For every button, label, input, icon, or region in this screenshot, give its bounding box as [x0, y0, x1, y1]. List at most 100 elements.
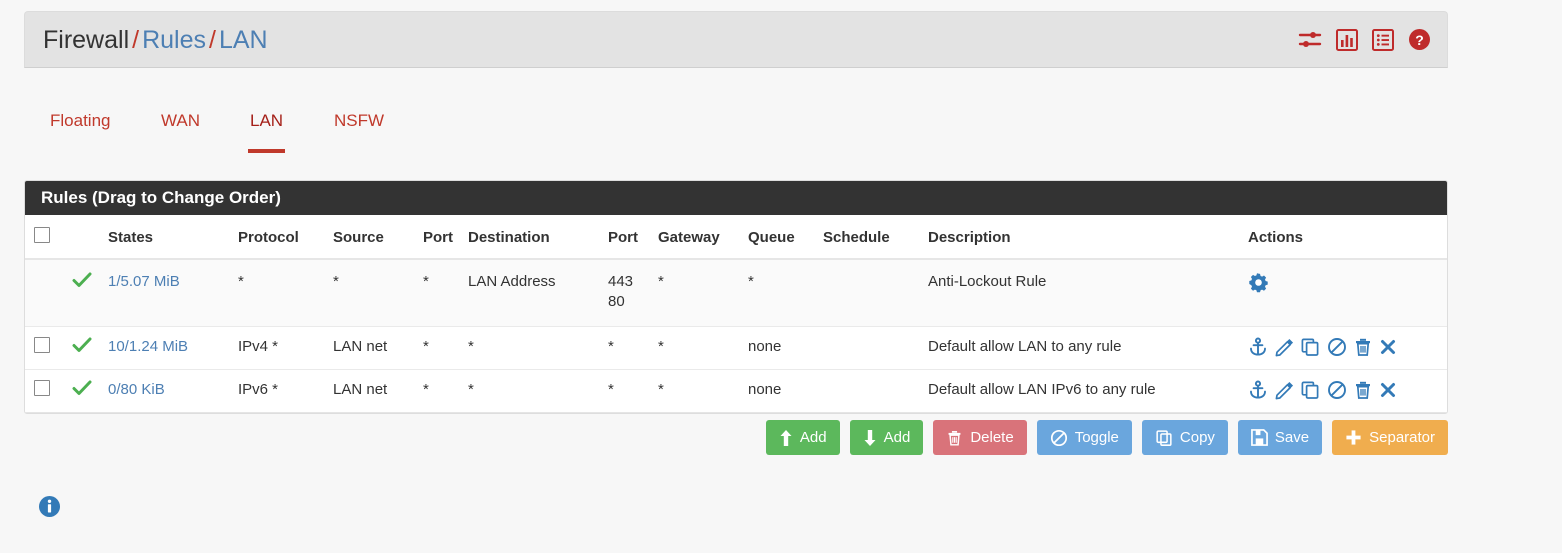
close-icon[interactable] [1379, 381, 1399, 398]
interface-tabs: Floating WAN LAN NSFW [24, 104, 1448, 153]
copy-icon[interactable] [1300, 381, 1322, 399]
row-actions-cell [1248, 369, 1447, 413]
row-gateway-cell: * [658, 259, 748, 327]
breadcrumb-separator-1: / [132, 26, 140, 54]
row-source-port-cell: * [423, 369, 468, 413]
add-rule-bottom-button[interactable]: Add [849, 420, 924, 455]
rules-table: States Protocol Source Port Destination … [25, 215, 1447, 413]
row-destination-cell: * [468, 326, 608, 370]
status-header [72, 215, 108, 260]
row-queue-cell: none [748, 326, 823, 370]
help-icon[interactable]: ? [1408, 28, 1431, 51]
save-button[interactable]: Save [1237, 420, 1323, 455]
anchor-icon[interactable] [1248, 337, 1270, 356]
close-icon[interactable] [1379, 338, 1399, 355]
row-source-cell: LAN net [333, 369, 423, 413]
row-source-port-cell: * [423, 259, 468, 327]
pass-check-icon [72, 337, 92, 359]
breadcrumb-firewall: Firewall [43, 26, 130, 54]
breadcrumb: Firewall / Rules / LAN [43, 23, 268, 57]
copy-icon [1155, 429, 1173, 447]
row-status-cell [72, 259, 108, 327]
table-row[interactable]: 0/80 KiB IPv6 * LAN net * * * * none Def… [25, 369, 1447, 413]
row-queue-cell: none [748, 369, 823, 413]
delete-label: Delete [970, 429, 1014, 446]
row-checkbox[interactable] [34, 380, 50, 396]
trash-icon[interactable] [1353, 381, 1375, 399]
pencil-icon[interactable] [1274, 338, 1296, 357]
tab-nsfw[interactable]: NSFW [332, 104, 386, 145]
header-queue: Queue [748, 215, 823, 260]
header-description: Description [928, 215, 1248, 260]
copy-button[interactable]: Copy [1141, 420, 1228, 455]
delete-button[interactable]: Delete [933, 420, 1027, 455]
row-destination-cell: * [468, 369, 608, 413]
states-link[interactable]: 0/80 KiB [108, 381, 165, 398]
tab-wan[interactable]: WAN [159, 104, 202, 145]
row-checkbox-cell [25, 369, 72, 413]
rules-panel: Rules (Drag to Change Order) States Prot… [24, 180, 1448, 414]
row-actions-cell [1248, 326, 1447, 370]
table-header-row: States Protocol Source Port Destination … [25, 215, 1447, 260]
ban-icon [1050, 429, 1068, 447]
select-all-header [25, 215, 72, 260]
states-link[interactable]: 1/5.07 MiB [108, 273, 180, 290]
save-icon [1251, 429, 1268, 446]
header-destination: Destination [468, 215, 608, 260]
bar-chart-icon[interactable] [1336, 28, 1358, 51]
row-destination-port-cell: 443 80 [608, 259, 658, 327]
row-destination-cell: LAN Address [468, 259, 608, 327]
separator-button[interactable]: Separator [1332, 420, 1448, 455]
gear-icon[interactable] [1248, 273, 1269, 293]
sliders-icon[interactable] [1298, 29, 1322, 51]
row-states-cell: 10/1.24 MiB [108, 326, 238, 370]
ban-icon[interactable] [1327, 338, 1349, 356]
anchor-icon[interactable] [1248, 380, 1270, 399]
row-gateway-cell: * [658, 369, 748, 413]
row-status-cell [72, 369, 108, 413]
tab-wan-label: WAN [161, 111, 201, 130]
pencil-icon[interactable] [1274, 381, 1296, 400]
row-schedule-cell [823, 369, 928, 413]
row-checkbox-cell [25, 259, 72, 327]
row-schedule-cell [823, 259, 928, 327]
trash-icon[interactable] [1353, 338, 1375, 356]
row-source-port-cell: * [423, 326, 468, 370]
row-destination-port-cell: * [608, 369, 658, 413]
select-all-checkbox[interactable] [34, 227, 50, 243]
toggle-button[interactable]: Toggle [1036, 420, 1132, 455]
arrow-down-icon [863, 429, 877, 447]
dest-port-443: 443 [608, 273, 634, 290]
list-icon[interactable] [1372, 28, 1394, 51]
row-checkbox[interactable] [34, 337, 50, 353]
states-link[interactable]: 10/1.24 MiB [108, 338, 188, 355]
row-states-cell: 0/80 KiB [108, 369, 238, 413]
header-icon-group: ? [1298, 28, 1431, 51]
breadcrumb-rules-link[interactable]: Rules [142, 26, 206, 54]
copy-icon[interactable] [1300, 338, 1322, 356]
tab-lan[interactable]: LAN [248, 104, 286, 153]
row-description-cell: Anti-Lockout Rule [928, 259, 1248, 327]
header-protocol: Protocol [238, 215, 333, 260]
info-footer [38, 495, 61, 523]
info-circle-icon[interactable] [38, 496, 61, 522]
table-row[interactable]: 10/1.24 MiB IPv4 * LAN net * * * * none … [25, 326, 1447, 370]
pass-check-icon [72, 272, 92, 294]
row-queue-cell: * [748, 259, 823, 327]
svg-text:?: ? [1415, 32, 1424, 48]
arrow-up-icon [779, 429, 793, 447]
pass-check-icon [72, 380, 92, 402]
row-actions-cell [1248, 259, 1447, 327]
header-destination-port: Port [608, 215, 658, 260]
breadcrumb-lan-link[interactable]: LAN [219, 26, 268, 54]
add-rule-top-label: Add [799, 429, 827, 446]
row-protocol-cell: IPv6 * [238, 369, 333, 413]
table-row[interactable]: 1/5.07 MiB * * * LAN Address 443 80 * * … [25, 259, 1447, 327]
ban-icon[interactable] [1327, 381, 1349, 399]
row-description-cell: Default allow LAN to any rule [928, 326, 1248, 370]
tab-floating[interactable]: Floating [48, 104, 112, 145]
row-source-cell: LAN net [333, 326, 423, 370]
add-rule-top-button[interactable]: Add [765, 420, 840, 455]
row-destination-port-cell: * [608, 326, 658, 370]
tab-nsfw-label: NSFW [334, 111, 385, 130]
